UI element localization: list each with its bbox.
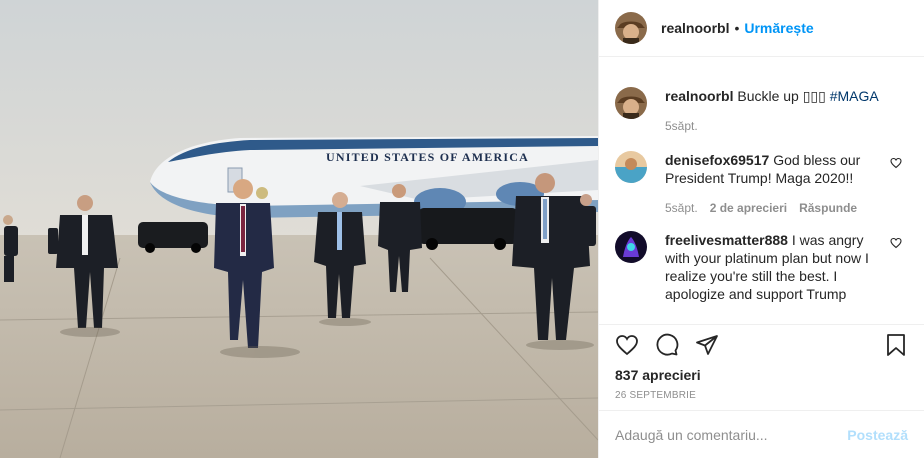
comment-time[interactable]: 5săpt.: [665, 201, 698, 215]
author-username[interactable]: realnoorbl: [661, 20, 729, 36]
comment-username[interactable]: freelivesmatter888: [665, 232, 788, 248]
comment-avatar[interactable]: [615, 151, 647, 183]
post-dialog: UNITED STATES OF AMERICA realnoorbl • Ur…: [0, 0, 924, 458]
caption-hashtag[interactable]: #MAGA: [830, 88, 879, 104]
comment-body: freelivesmatter888 I was angry with your…: [665, 231, 884, 303]
comment-meta: 5săpt. 2 de aprecieri Răspunde: [665, 201, 884, 215]
header-separator: •: [734, 20, 740, 36]
comment-text-line: freelivesmatter888 I was angry with your…: [665, 231, 884, 303]
comment-item: denisefox69517 God bless our President T…: [615, 133, 908, 215]
heart-icon: [616, 334, 638, 355]
comment-likes[interactable]: 2 de aprecieri: [710, 201, 787, 215]
comment-avatar[interactable]: [615, 231, 647, 263]
likes-count[interactable]: 837 aprecieri: [599, 364, 924, 386]
caption-body: realnoorbl Buckle up ▯▯▯ #MAGA 5săpt.: [665, 87, 908, 133]
reply-button[interactable]: Răspunde: [799, 201, 857, 215]
bookmark-icon: [887, 333, 905, 356]
caption-text: Buckle up ▯▯▯: [737, 88, 826, 104]
comment-username[interactable]: denisefox69517: [665, 152, 769, 168]
comment-item: freelivesmatter888 I was angry with your…: [615, 215, 908, 303]
post-side-panel: realnoorbl • Urmărește realnoorbl Buckle…: [598, 0, 924, 458]
caption-text-line: realnoorbl Buckle up ▯▯▯ #MAGA: [665, 87, 908, 105]
caption-username[interactable]: realnoorbl: [665, 88, 733, 104]
like-button[interactable]: [615, 333, 639, 357]
share-icon: [696, 334, 718, 355]
heart-icon: [890, 157, 902, 169]
post-photo[interactable]: UNITED STATES OF AMERICA: [0, 0, 598, 458]
post-date[interactable]: 26 SEPTEMBRIE: [599, 386, 924, 410]
comment-body: denisefox69517 God bless our President T…: [665, 151, 884, 215]
comment-icon: [656, 333, 679, 356]
share-button[interactable]: [695, 333, 719, 357]
post-comment-button[interactable]: Postează: [847, 427, 908, 443]
comments-list[interactable]: realnoorbl Buckle up ▯▯▯ #MAGA 5săpt. de…: [599, 57, 924, 324]
save-button[interactable]: [884, 333, 908, 357]
follow-button[interactable]: Urmărește: [744, 20, 813, 36]
comment-like-button[interactable]: [884, 151, 908, 215]
post-header: realnoorbl • Urmărește: [599, 0, 924, 57]
photo-illustration: UNITED STATES OF AMERICA: [0, 0, 598, 458]
comment-like-button[interactable]: [884, 231, 908, 303]
caption-meta: 5săpt.: [665, 119, 908, 133]
author-avatar[interactable]: [615, 12, 647, 44]
plane-text: UNITED STATES OF AMERICA: [326, 150, 529, 164]
comment-input[interactable]: [615, 426, 848, 443]
caption-time[interactable]: 5săpt.: [665, 119, 698, 133]
comment-text-line: denisefox69517 God bless our President T…: [665, 151, 884, 187]
caption-item: realnoorbl Buckle up ▯▯▯ #MAGA 5săpt.: [615, 57, 908, 133]
caption-avatar[interactable]: [615, 87, 647, 119]
add-comment-bar: Postează: [599, 410, 924, 458]
comment-button[interactable]: [655, 333, 679, 357]
post-actions: [599, 324, 924, 364]
heart-icon: [890, 237, 902, 249]
